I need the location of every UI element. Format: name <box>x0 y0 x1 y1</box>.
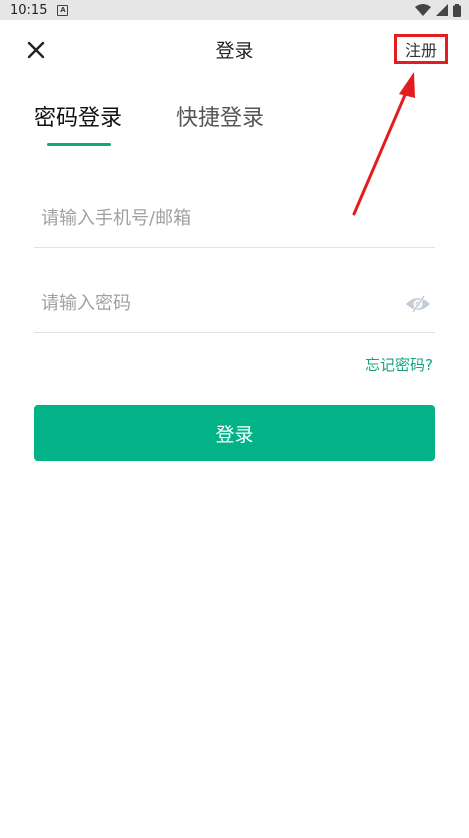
status-right <box>415 3 461 17</box>
forgot-password-link[interactable]: 忘记密码? <box>365 354 433 375</box>
signal-icon <box>436 4 448 16</box>
wifi-icon <box>415 4 431 16</box>
password-input[interactable] <box>34 293 374 314</box>
login-button[interactable]: 登录 <box>34 405 435 461</box>
tab-password-login[interactable]: 密码登录 <box>34 100 122 146</box>
notification-icon: A <box>57 4 69 16</box>
active-tab-indicator <box>47 143 111 146</box>
status-bar: 10:15 A <box>0 0 469 20</box>
register-button[interactable]: 注册 <box>394 34 448 64</box>
status-left: 10:15 A <box>10 2 69 18</box>
tab-label: 快捷登录 <box>176 106 265 131</box>
eye-off-icon[interactable] <box>405 294 431 314</box>
tab-label: 密码登录 <box>34 106 123 131</box>
account-field <box>34 190 435 248</box>
login-tabs: 密码登录 快捷登录 <box>34 100 264 146</box>
battery-icon <box>453 3 461 17</box>
header: 登录 注册 <box>0 20 469 76</box>
tab-quick-login[interactable]: 快捷登录 <box>176 100 264 146</box>
login-screen: 10:15 A 登录 注册 密码登录 快捷登录 请输入手机号/邮箱 忘记密码? … <box>0 0 469 838</box>
password-field <box>34 275 435 333</box>
status-time: 10:15 <box>10 2 48 18</box>
account-input[interactable] <box>34 208 374 229</box>
